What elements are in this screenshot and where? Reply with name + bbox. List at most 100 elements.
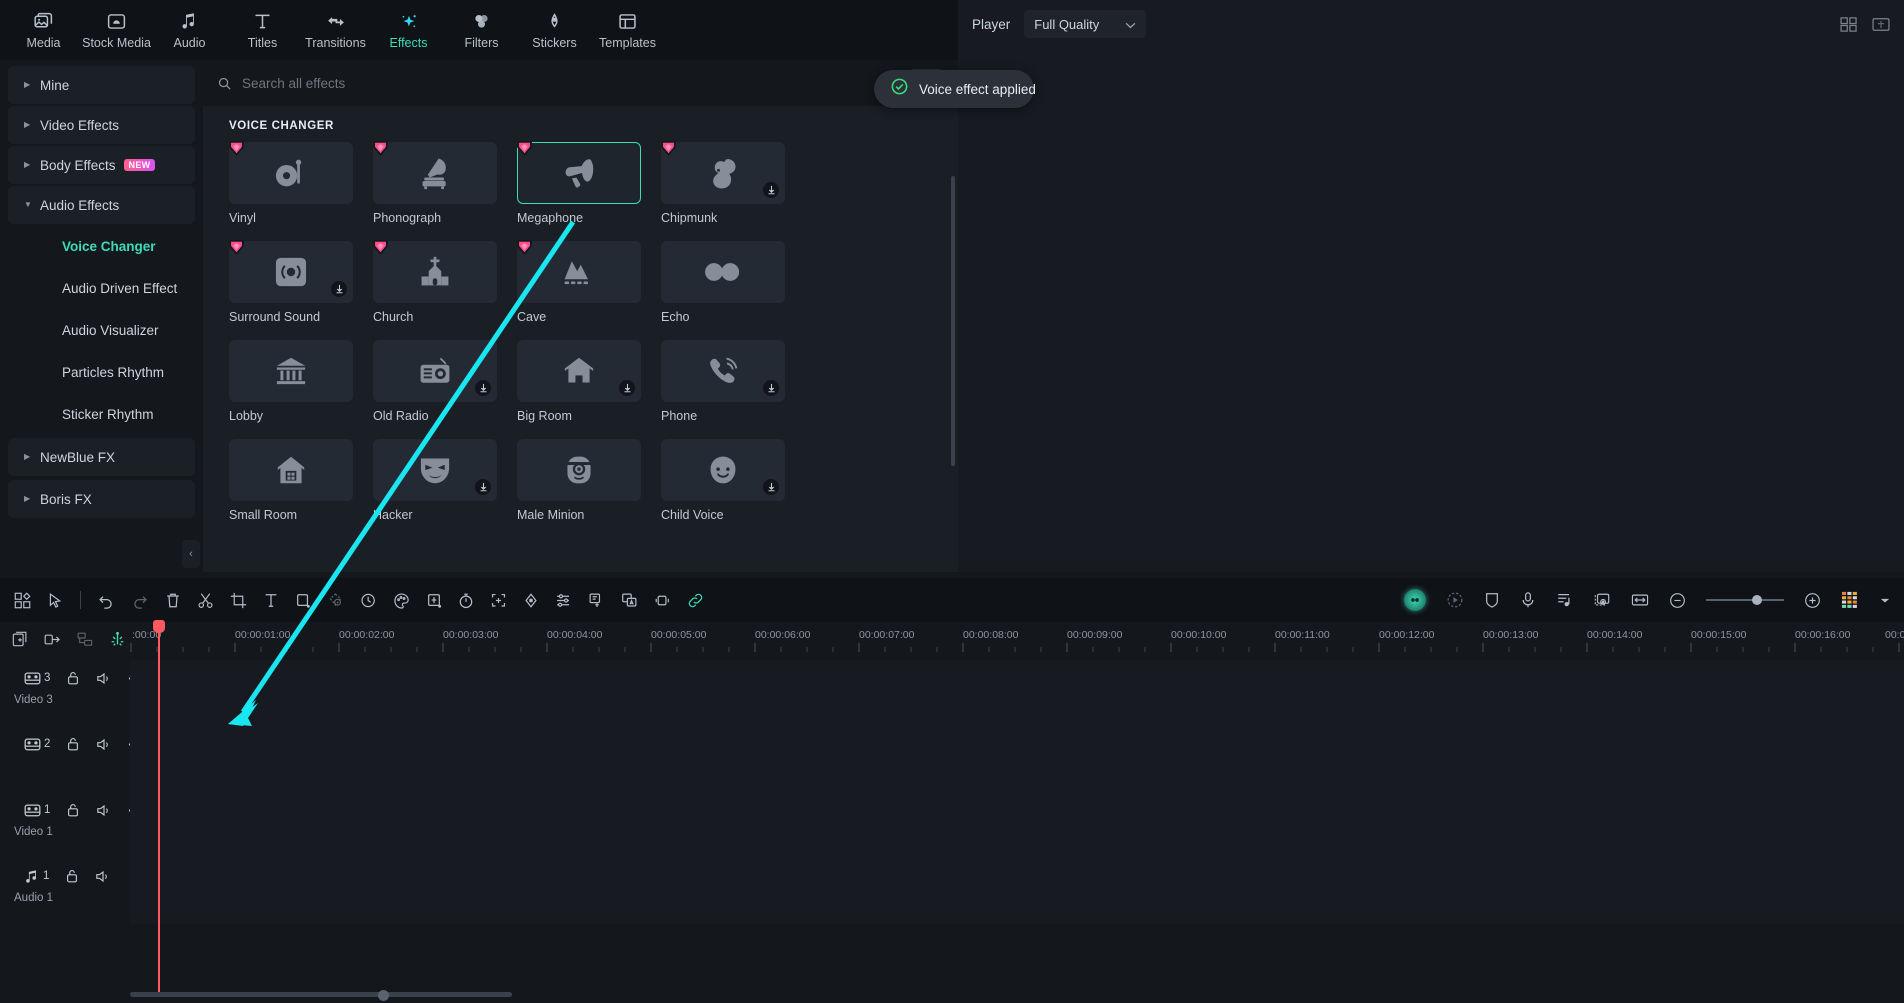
zoom-slider-track[interactable] <box>1706 595 1784 605</box>
minus-circle-icon[interactable] <box>1669 592 1686 609</box>
ai-copilot-icon[interactable] <box>1404 589 1426 611</box>
nav-tab-transitions[interactable]: Transitions <box>300 2 371 58</box>
effect-thumb-chipmunk[interactable] <box>661 141 785 204</box>
effect-tile-male-minion[interactable]: Male Minion <box>517 439 641 522</box>
ai-sparkle-icon[interactable] <box>1446 591 1464 609</box>
effect-thumb-male-minion[interactable] <box>517 439 641 501</box>
silence-icon[interactable] <box>654 592 671 609</box>
nav-tab-stock-media[interactable]: Stock Media <box>81 2 152 58</box>
translate-icon[interactable] <box>621 592 638 609</box>
rectangle-icon[interactable] <box>295 592 311 609</box>
sidebar-item-video-effects[interactable]: ▶ Video Effects <box>8 106 195 144</box>
mute-icon[interactable] <box>96 803 112 818</box>
effect-thumb-phonograph[interactable] <box>373 141 497 204</box>
track-lane-video-2[interactable] <box>130 726 1904 792</box>
plus-circle-icon[interactable] <box>1804 592 1821 609</box>
mute-icon[interactable] <box>96 671 112 686</box>
mute-icon[interactable] <box>95 869 111 884</box>
timeline-scroll-handle[interactable] <box>378 990 389 1001</box>
text-icon[interactable] <box>263 592 279 609</box>
speed-icon[interactable] <box>360 592 377 609</box>
sidebar-item-sticker-rhythm[interactable]: Sticker Rhythm <box>8 394 195 434</box>
nav-tab-templates[interactable]: Templates <box>592 2 663 58</box>
track-lane-audio-1[interactable] <box>130 858 1904 924</box>
preview-eye-icon[interactable] <box>1593 592 1611 609</box>
effect-tile-phone[interactable]: Phone <box>661 340 785 423</box>
effect-thumb-old-radio[interactable] <box>373 340 497 402</box>
effect-thumb-megaphone[interactable] <box>517 141 641 204</box>
track-lane-video-3[interactable] <box>130 660 1904 726</box>
effect-thumb-hacker[interactable] <box>373 439 497 501</box>
magnet-icon[interactable] <box>109 631 126 648</box>
effect-thumb-child-voice[interactable] <box>661 439 785 501</box>
timeline-ruler[interactable]: :00:00 00:00:01:00 00:00:02:00 00:00:03:00… <box>130 622 1904 658</box>
effect-thumb-church[interactable] <box>373 240 497 303</box>
effect-tile-surround-sound[interactable]: Surround Sound <box>229 240 353 324</box>
effect-tile-child-voice[interactable]: Child Voice <box>661 439 785 522</box>
quality-select[interactable]: Full Quality <box>1024 10 1147 38</box>
shield-icon[interactable] <box>1484 591 1500 609</box>
crop-icon[interactable] <box>230 592 247 609</box>
effect-tile-vinyl[interactable]: Vinyl <box>229 141 353 225</box>
effect-thumb-big-room[interactable] <box>517 340 641 402</box>
sidebar-item-newblue-fx[interactable]: ▶ NewBlue FX <box>8 438 195 476</box>
lock-icon[interactable] <box>66 802 80 818</box>
palette-icon[interactable] <box>393 592 410 609</box>
effect-thumb-cave[interactable] <box>517 240 641 303</box>
zoom-slider-knob[interactable] <box>1752 595 1762 605</box>
sidebar-item-voice-changer[interactable]: Voice Changer <box>8 226 195 266</box>
tracking-icon[interactable] <box>490 592 507 609</box>
link-icon[interactable] <box>687 592 704 609</box>
effect-tile-lobby[interactable]: Lobby <box>229 340 353 423</box>
zoom-slider[interactable] <box>1706 595 1784 605</box>
effect-thumb-phone[interactable] <box>661 340 785 402</box>
effect-tile-church[interactable]: Church <box>373 240 497 324</box>
timeline-horizontal-scrollbar[interactable] <box>130 992 512 997</box>
sidebar-item-audio-effects[interactable]: ▼ Audio Effects <box>8 186 195 224</box>
effect-thumb-vinyl[interactable] <box>229 141 353 204</box>
lock-icon[interactable] <box>65 868 79 884</box>
redo-icon[interactable] <box>131 592 149 609</box>
nav-tab-filters[interactable]: Filters <box>446 2 517 58</box>
effect-tile-echo[interactable]: Echo <box>661 241 785 324</box>
track-lane-video-1[interactable] <box>130 792 1904 858</box>
sidebar-item-body-effects[interactable]: ▶ Body Effects NEW <box>8 146 195 184</box>
download-icon[interactable] <box>475 380 491 396</box>
effect-tile-phonograph[interactable]: Phonograph <box>373 141 497 225</box>
nav-tab-stickers[interactable]: Stickers <box>519 2 590 58</box>
download-icon[interactable] <box>619 380 635 396</box>
download-icon[interactable] <box>763 479 779 495</box>
keyframe-icon[interactable] <box>523 592 539 609</box>
playhead[interactable] <box>153 620 165 992</box>
mask-icon[interactable] <box>426 592 442 609</box>
effect-tile-chipmunk[interactable]: Chipmunk <box>661 141 785 225</box>
chevron-down-icon[interactable] <box>1880 597 1890 604</box>
effect-tile-megaphone[interactable]: Megaphone <box>517 141 641 225</box>
effect-thumb-small-room[interactable] <box>229 439 353 501</box>
layout-icon[interactable] <box>14 591 31 609</box>
scissors-icon[interactable] <box>197 592 214 609</box>
effect-thumb-surround-sound[interactable] <box>229 240 353 303</box>
effect-tile-old-radio[interactable]: Old Radio <box>373 340 497 423</box>
effect-tile-hacker[interactable]: Hacker <box>373 439 497 522</box>
fit-width-icon[interactable] <box>1631 592 1649 608</box>
nav-tab-media[interactable]: Media <box>8 2 79 58</box>
nav-tab-audio[interactable]: Audio <box>154 2 225 58</box>
sidebar-item-particles-rhythm[interactable]: Particles Rhythm <box>8 352 195 392</box>
effect-thumb-echo[interactable] <box>661 241 785 303</box>
microphone-icon[interactable] <box>1520 591 1536 609</box>
effect-tile-cave[interactable]: Cave <box>517 240 641 324</box>
sidebar-collapse-button[interactable]: ‹ <box>182 540 200 568</box>
effect-thumb-lobby[interactable] <box>229 340 353 402</box>
audio-list-icon[interactable] <box>1556 591 1573 609</box>
group-icon[interactable] <box>77 632 93 647</box>
add-track-icon[interactable] <box>12 631 28 647</box>
sidebar-item-boris-fx[interactable]: ▶ Boris FX <box>8 480 195 518</box>
stopwatch-icon[interactable] <box>458 592 474 609</box>
download-icon[interactable] <box>763 380 779 396</box>
download-icon[interactable] <box>475 479 491 495</box>
nav-tab-titles[interactable]: Titles <box>227 2 298 58</box>
sidebar-item-audio-visualizer[interactable]: Audio Visualizer <box>8 310 195 350</box>
effect-tile-small-room[interactable]: Small Room <box>229 439 353 522</box>
caption-icon[interactable] <box>588 592 605 609</box>
